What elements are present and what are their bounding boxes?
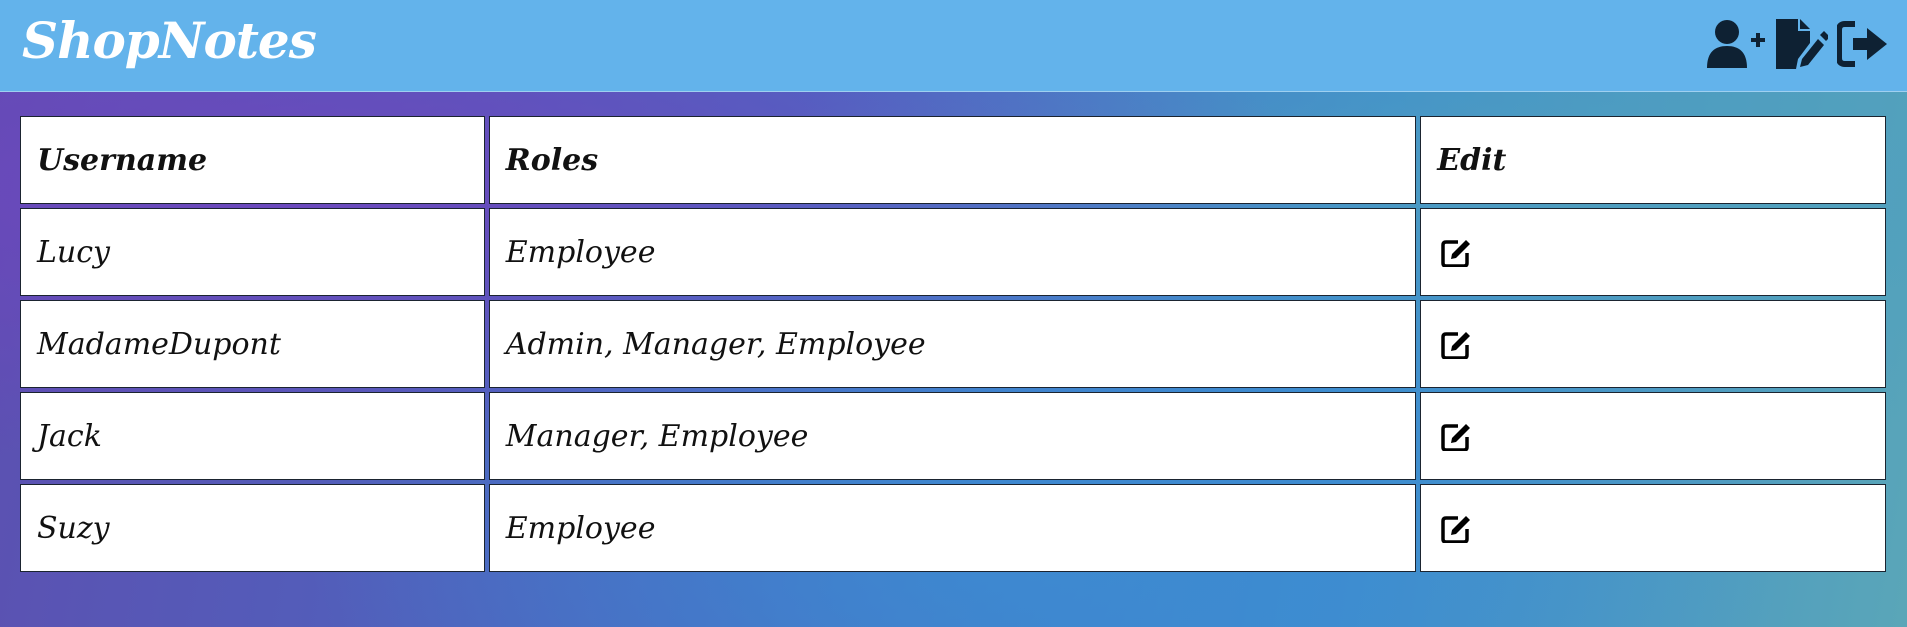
header-username: Username <box>20 116 485 204</box>
username-cell: Suzy <box>20 484 485 572</box>
brand-logo[interactable]: ShopNotes <box>22 6 317 76</box>
edit-button[interactable] <box>1437 232 1477 272</box>
user-plus-icon <box>1707 20 1765 68</box>
edit-cell <box>1420 208 1886 296</box>
header-roles: Roles <box>488 116 1417 204</box>
edit-button[interactable] <box>1437 416 1477 456</box>
username-cell: Lucy <box>20 208 485 296</box>
table-row: MadameDupont Admin, Manager, Employee <box>20 300 1886 388</box>
sign-out-icon <box>1837 21 1887 67</box>
edit-cell <box>1420 484 1886 572</box>
edit-icon <box>1441 516 1471 543</box>
table-row: Jack Manager, Employee <box>20 392 1886 480</box>
header-edit: Edit <box>1420 116 1886 204</box>
new-note-button[interactable] <box>1769 16 1831 72</box>
file-signature-icon <box>1776 19 1828 69</box>
roles-cell: Employee <box>488 208 1417 296</box>
roles-cell: Employee <box>488 484 1417 572</box>
logout-button[interactable] <box>1833 16 1895 72</box>
edit-cell <box>1420 300 1886 388</box>
table-row: Suzy Employee <box>20 484 1886 572</box>
users-table: Username Roles Edit Lucy Employee Madame… <box>16 112 1890 576</box>
edit-icon <box>1441 240 1471 267</box>
edit-button[interactable] <box>1437 508 1477 548</box>
table-header-row: Username Roles Edit <box>20 116 1886 204</box>
username-cell: Jack <box>20 392 485 480</box>
edit-cell <box>1420 392 1886 480</box>
roles-cell: Admin, Manager, Employee <box>488 300 1417 388</box>
username-cell: MadameDupont <box>20 300 485 388</box>
edit-button[interactable] <box>1437 324 1477 364</box>
table-row: Lucy Employee <box>20 208 1886 296</box>
edit-icon <box>1441 332 1471 359</box>
nav-actions <box>1705 16 1895 72</box>
navbar: ShopNotes <box>0 0 1907 92</box>
add-user-button[interactable] <box>1705 16 1767 72</box>
edit-icon <box>1441 424 1471 451</box>
roles-cell: Manager, Employee <box>488 392 1417 480</box>
